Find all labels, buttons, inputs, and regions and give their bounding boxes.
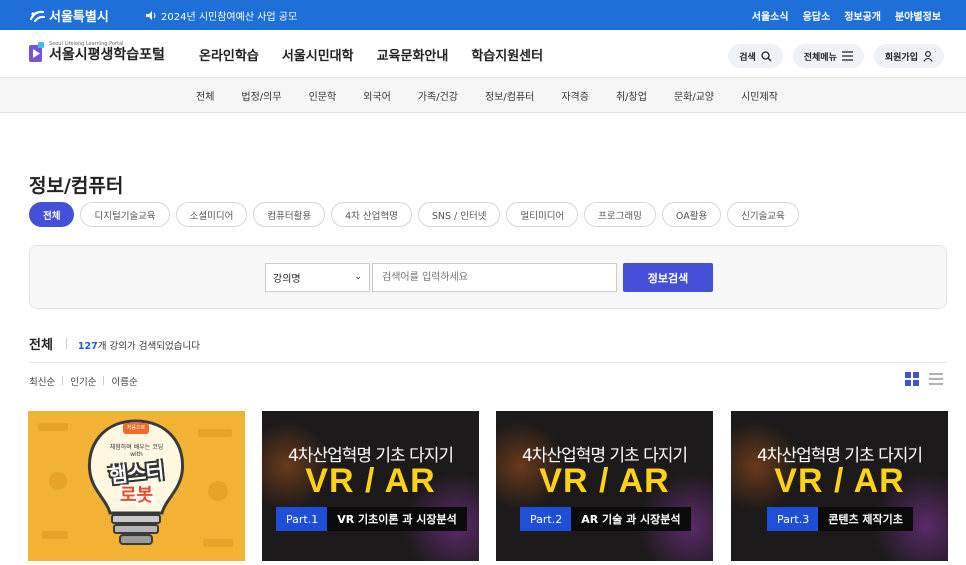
sort-options: 최신순 인기순 이름순: [29, 374, 138, 388]
gnb-learning-support[interactable]: 학습지원센터: [471, 45, 543, 64]
chip-oa[interactable]: OA활용: [661, 202, 722, 227]
seoul-brand-label: 서울특별시: [49, 10, 109, 25]
global-nav: 온라인학습 서울시민대학 교육문화안내 학습지원센터: [199, 45, 543, 64]
portal-logo-icon: [29, 41, 44, 62]
chip-multimedia[interactable]: 멀티미디어: [506, 202, 579, 227]
view-toggle: [905, 372, 943, 386]
search-input[interactable]: [372, 263, 617, 292]
search-type-value: 강의명: [273, 274, 301, 285]
logo-title: 서울시평생학습포털: [49, 47, 165, 63]
chip-digital-tech[interactable]: 디지털기술교육: [80, 202, 170, 227]
category-family-health[interactable]: 가족/건강: [418, 88, 458, 103]
top-utility-bar: 서울특별시 2024년 시민참여예산 사업 공모 서울소식 응답소 정보공개 분…: [0, 0, 966, 30]
card-desc: VR 기초이론 과 시장분석: [327, 507, 467, 531]
divider: [65, 338, 67, 349]
subcategory-chips: 전체 디지털기술교육 소셜미디어 컴퓨터활용 4차 산업혁명 SNS / 인터넷…: [29, 202, 799, 227]
category-all[interactable]: 전체: [196, 88, 214, 103]
category-nav: 전체 법정/의무 인문학 외국어 가족/건강 정보/컴퓨터 자격증 취/창업 문…: [0, 78, 966, 113]
chip-4th-industrial[interactable]: 4차 산업혁명: [331, 202, 412, 227]
hamburger-icon: [841, 51, 853, 61]
chip-social-media[interactable]: 소셜미디어: [175, 202, 248, 227]
gnb-citizen-univ[interactable]: 서울시민대학: [282, 45, 354, 64]
search-type-select[interactable]: 강의명 ⌄: [265, 263, 370, 292]
category-languages[interactable]: 외국어: [363, 88, 391, 103]
main-header: Seoul Lifelong Learning Portal 서울시평생학습포털…: [0, 30, 966, 78]
card-title: VR / AR: [305, 462, 436, 500]
speaker-icon: [146, 11, 156, 20]
chevron-down-icon: ⌄: [354, 272, 362, 282]
util-link-news[interactable]: 서울소식: [752, 8, 789, 23]
info-search-button[interactable]: 정보검색: [623, 263, 713, 292]
card-desc: 콘텐츠 제작기초: [818, 507, 913, 531]
category-it-computer[interactable]: 정보/컴퓨터: [485, 88, 534, 103]
course-card-hamster-robot[interactable]: 처음으로 체험하며 배우는 코딩 with 햄스터 로봇: [28, 411, 245, 561]
course-card-vr-part3[interactable]: 4차산업혁명 기초 다지기 VR / AR Part.3 콘텐츠 제작기초: [731, 411, 948, 561]
search-icon: [761, 50, 772, 61]
category-citizen-made[interactable]: 시민제작: [741, 88, 778, 103]
card-part: Part.2: [520, 507, 572, 531]
search-button[interactable]: 검색: [728, 44, 783, 68]
category-legal[interactable]: 법정/의무: [241, 88, 281, 103]
notice-link[interactable]: 2024년 시민참여예산 사업 공모: [146, 8, 297, 23]
divider: [29, 362, 947, 363]
search-panel: 강의명 ⌄ 정보검색: [29, 245, 947, 309]
result-title: 전체: [29, 338, 53, 353]
chip-new-tech[interactable]: 신기술교육: [727, 202, 799, 227]
util-link-disclosure[interactable]: 정보공개: [844, 8, 881, 23]
result-count-suffix: 개 강의가 검색되었습니다: [97, 341, 200, 352]
chip-programming[interactable]: 프로그래밍: [584, 202, 656, 227]
category-humanities[interactable]: 인문학: [309, 88, 337, 103]
result-count-number: 127: [77, 341, 98, 352]
chip-sns-internet[interactable]: SNS / 인터넷: [417, 202, 501, 227]
card-title: VR / AR: [774, 462, 905, 500]
category-jobs[interactable]: 취/창업: [616, 88, 647, 103]
list-view-icon[interactable]: [929, 372, 943, 386]
page-title: 정보/컴퓨터: [29, 175, 124, 197]
card-title-robot: 로봇: [119, 485, 154, 506]
category-culture[interactable]: 문화/교양: [674, 88, 714, 103]
card-title: VR / AR: [539, 462, 670, 500]
util-link-response[interactable]: 응답소: [803, 8, 831, 23]
sort-popular[interactable]: 인기순: [70, 374, 96, 388]
seoul-logo-icon: [29, 10, 45, 22]
result-count: 127개 강의가 검색되었습니다: [78, 338, 200, 352]
card-desc: AR 기술 과 시장분석: [571, 507, 691, 531]
grid-view-icon[interactable]: [905, 372, 919, 386]
sort-latest[interactable]: 최신순: [29, 374, 55, 388]
full-menu-label: 전체메뉴: [803, 52, 837, 63]
course-card-vr-part1[interactable]: 4차산업혁명 기초 다지기 VR / AR Part.1 VR 기초이론 과 시…: [262, 411, 479, 561]
chip-all[interactable]: 전체: [29, 202, 75, 227]
util-link-fields[interactable]: 분야별정보: [895, 8, 941, 23]
signup-button[interactable]: 회원가입: [873, 44, 944, 68]
divider: [103, 376, 105, 385]
category-certificate[interactable]: 자격증: [561, 88, 589, 103]
course-card-vr-part2[interactable]: 4차산업혁명 기초 다지기 VR / AR Part.2 AR 기술 과 시장분…: [496, 411, 713, 561]
result-header: 전체 127개 강의가 검색되었습니다: [29, 334, 200, 353]
card-part: Part.1: [276, 507, 328, 531]
divider: [62, 376, 64, 385]
portal-logo[interactable]: Seoul Lifelong Learning Portal 서울시평생학습포털: [29, 41, 165, 64]
card-badge: 처음으로: [126, 425, 146, 431]
chip-computer-use[interactable]: 컴퓨터활용: [253, 202, 326, 227]
card-part: Part.3: [767, 507, 819, 531]
full-menu-button[interactable]: 전체메뉴: [792, 44, 864, 68]
gnb-education-culture[interactable]: 교육문화안내: [377, 45, 449, 64]
signup-label: 회원가입: [884, 52, 918, 63]
gnb-online-learning[interactable]: 온라인학습: [199, 45, 259, 64]
search-button-label: 검색: [739, 52, 756, 63]
user-icon: [923, 50, 933, 62]
sort-name[interactable]: 이름순: [111, 374, 137, 388]
seoul-brand-link[interactable]: 서울특별시: [29, 6, 109, 25]
notice-text: 2024년 시민참여예산 사업 공모: [161, 12, 298, 23]
